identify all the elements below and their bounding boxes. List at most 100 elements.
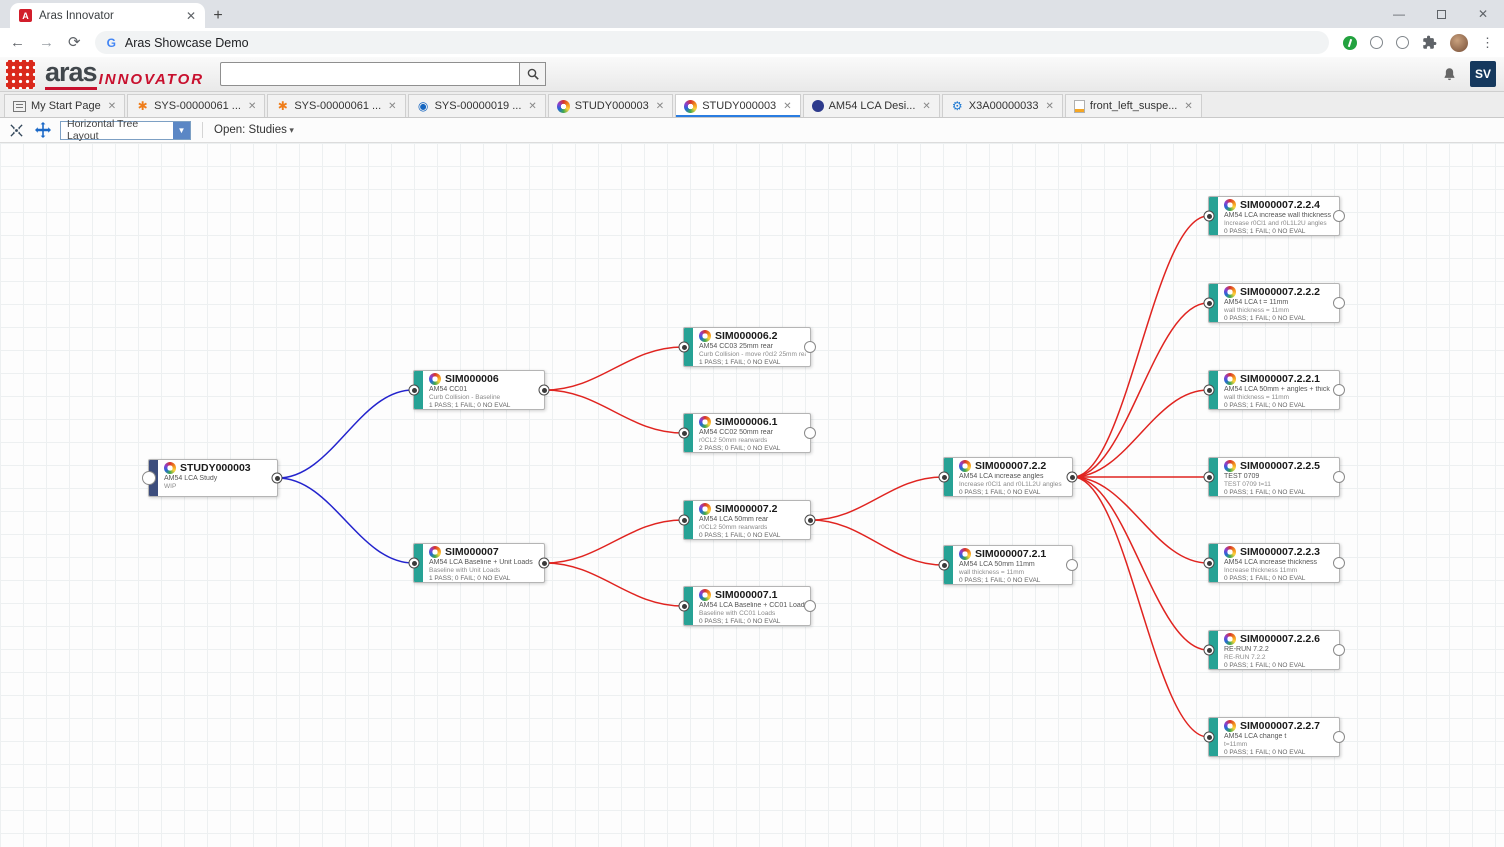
node-port-right[interactable] [1066,559,1078,571]
node-port-left[interactable] [678,341,690,353]
node-port-right[interactable] [1333,210,1345,222]
node-SIM000007.2.2.4[interactable]: SIM000007.2.2.4 AM54 LCA increase wall th… [1203,196,1345,236]
node-SIM000007.2.1[interactable]: SIM000007.2.1 AM54 LCA 50mm 11mm wall thic… [938,545,1078,585]
node-port-left[interactable] [678,600,690,612]
node-port-left[interactable] [938,471,950,483]
search-input[interactable] [220,62,521,86]
node-SIM000007.2.2.5[interactable]: SIM000007.2.2.5 TEST 0709 TEST 0709 t=11 0 … [1203,457,1345,497]
node-port-left[interactable] [1203,210,1215,222]
restore-button[interactable] [1420,0,1462,28]
forward-icon[interactable]: → [39,35,54,50]
node-port-right[interactable] [1333,644,1345,656]
node-port-left[interactable] [1203,644,1215,656]
tab-sys-00000061[interactable]: SYS-00000061 ... [267,94,406,117]
graph-canvas[interactable]: STUDY000003 AM54 LCA Study WIP SIM000006 AM5… [0,143,1504,847]
tab-sys-00000061[interactable]: SYS-00000061 ... [127,94,266,117]
chevron-down-icon[interactable]: ▼ [173,121,190,139]
node-title: SIM000007.2 [715,503,778,515]
extension-green-icon[interactable] [1343,35,1357,50]
node-port-right[interactable] [1066,471,1078,483]
back-icon[interactable]: ← [10,35,25,50]
close-button[interactable]: ✕ [1462,0,1504,28]
reload-icon[interactable]: ⟳ [68,35,81,50]
tab-am54-lca-desi[interactable]: AM54 LCA Desi... [802,94,940,117]
tab-study000003[interactable]: STUDY000003 [675,94,801,117]
node-port-right[interactable] [804,600,816,612]
node-SIM000006[interactable]: SIM000006 AM54 CC01 Curb Collision - Basel… [408,370,550,410]
tab-study000003[interactable]: STUDY000003 [547,94,674,117]
node-port-left[interactable] [938,559,950,571]
node-port-left[interactable] [1203,384,1215,396]
node-port-left[interactable] [678,427,690,439]
browser-tab[interactable]: A Aras Innovator ✕ [10,3,205,28]
tab-close-icon[interactable] [1184,101,1192,112]
user-avatar[interactable]: SV [1470,61,1496,87]
extension-ring2-icon[interactable] [1396,36,1409,49]
node-SIM000007.2.2.6[interactable]: SIM000007.2.2.6 RE-RUN 7.2.2 RE-RUN 7.2.2 0… [1203,630,1345,670]
node-port-right[interactable] [271,472,283,484]
node-title: SIM000006 [445,373,499,385]
node-port-right[interactable] [804,427,816,439]
node-SIM000007.2.2.1[interactable]: SIM000007.2.2.1 AM54 LCA 50mm + angles + … [1203,370,1345,410]
node-port-right[interactable] [538,557,550,569]
node-port-left[interactable] [1203,297,1215,309]
extension-ring-icon[interactable] [1370,36,1383,49]
node-SIM000006.2[interactable]: SIM000006.2 AM54 CC03 25mm rear Curb Colli… [678,327,816,367]
node-line: wall thickness = 11mm [1224,307,1290,314]
document-icon [1073,99,1085,113]
node-port-left[interactable] [408,384,420,396]
node-port-right[interactable] [1333,471,1345,483]
node-line: 0 PASS; 1 FAIL; 0 NO EVAL [959,489,1041,496]
tab-sys-00000019[interactable]: SYS-00000019 ... [407,94,546,117]
node-SIM000007.2.2.7[interactable]: SIM000007.2.2.7 AM54 LCA change t t=11mm 0 … [1203,717,1345,757]
node-SIM000007.2[interactable]: SIM000007.2 AM54 LCA 50mm rear r0CL2 50mm … [678,500,816,540]
node-SIM000007[interactable]: SIM000007 AM54 LCA Baseline + Unit Loads B… [408,543,550,583]
new-tab-button[interactable]: + [205,3,231,28]
node-port-right[interactable] [1333,557,1345,569]
extensions-puzzle-icon[interactable] [1422,35,1437,50]
tab-close-icon[interactable] [528,101,536,112]
node-port-left[interactable] [142,471,156,485]
layout-select[interactable]: Horizontal Tree Layout ▼ [60,118,191,142]
tab-x3a00000033[interactable]: X3A00000033 [941,94,1063,117]
node-port-right[interactable] [804,341,816,353]
node-SIM000007.2.2.2[interactable]: SIM000007.2.2.2 AM54 LCA t = 11mm wall thi… [1203,283,1345,323]
node-line: Curb Collision - Baseline [429,394,501,401]
pan-button[interactable] [34,122,51,139]
node-port-left[interactable] [1203,557,1215,569]
browser-avatar[interactable] [1450,33,1468,52]
tab-close-icon[interactable] [656,101,664,112]
tab-close-icon[interactable] [248,101,256,112]
tab-close-icon[interactable] [783,101,791,112]
open-studies-menu[interactable]: Open: Studies [214,124,294,136]
tab-close-icon[interactable] [922,101,930,112]
tab-close-icon[interactable] [108,101,116,112]
tab-close-icon[interactable] [388,101,396,112]
node-port-left[interactable] [1203,731,1215,743]
node-port-left[interactable] [678,514,690,526]
node-port-right[interactable] [804,514,816,526]
node-SIM000007.2.2[interactable]: SIM000007.2.2 AM54 LCA increase angles Inc… [938,457,1078,497]
tab-front-left-suspe[interactable]: front_left_suspe... [1064,94,1202,117]
node-title: SIM000007.2.2.1 [1240,373,1320,385]
node-SIM000006.1[interactable]: SIM000006.1 AM54 CC02 50mm rear r0CL2 50mm… [678,413,816,453]
node-port-left[interactable] [1203,471,1215,483]
search-button[interactable] [520,62,547,86]
notifications-button[interactable] [1438,63,1460,85]
minimize-button[interactable]: — [1378,0,1420,28]
tab-close-icon[interactable]: ✕ [186,9,196,23]
node-port-right[interactable] [538,384,550,396]
node-port-right[interactable] [1333,297,1345,309]
tab-my-start-page[interactable]: My Start Page [4,94,126,117]
node-SIM000007.2.2.3[interactable]: SIM000007.2.2.3 AM54 LCA increase thickne… [1203,543,1345,583]
address-bar[interactable]: G Aras Showcase Demo [94,31,1329,54]
fit-to-screen-button[interactable] [8,122,25,139]
browser-menu-icon[interactable]: ⋮ [1481,35,1494,51]
node-STUDY000003[interactable]: STUDY000003 AM54 LCA Study WIP [142,459,283,497]
tab-close-icon[interactable] [1046,101,1054,112]
node-SIM000007.1[interactable]: SIM000007.1 AM54 LCA Baseline + CC01 Load… [678,586,816,626]
node-port-right[interactable] [1333,384,1345,396]
node-port-left[interactable] [408,557,420,569]
app-launcher-grid-icon[interactable] [6,59,35,89]
node-port-right[interactable] [1333,731,1345,743]
